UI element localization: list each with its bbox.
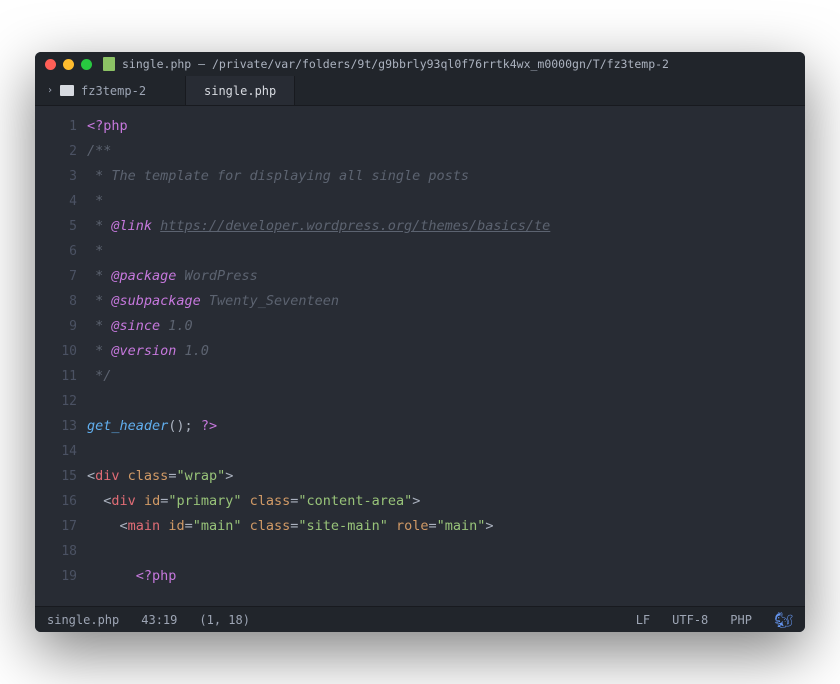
close-icon[interactable]: [45, 59, 56, 70]
toolbar: › fz3temp-2 single.php: [35, 76, 805, 106]
chevron-right-icon: ›: [47, 85, 53, 96]
minimize-icon[interactable]: [63, 59, 74, 70]
project-tree-header[interactable]: › fz3temp-2: [35, 76, 185, 105]
status-bar: single.php 43:19 (1, 18) LF UTF-8 PHP 🐿: [35, 606, 805, 632]
window-title: single.php — /private/var/folders/9t/g9b…: [122, 57, 795, 71]
window-controls: [45, 59, 92, 70]
status-size[interactable]: 43:19: [141, 613, 177, 627]
titlebar: single.php — /private/var/folders/9t/g9b…: [35, 52, 805, 76]
status-encoding[interactable]: UTF-8: [672, 613, 708, 627]
tab-single-php[interactable]: single.php: [185, 76, 295, 105]
code-content[interactable]: <?php /** * The template for displaying …: [87, 106, 805, 606]
squirrel-icon[interactable]: 🐿: [774, 611, 793, 629]
status-cursor-pos[interactable]: (1, 18): [199, 613, 250, 627]
editor-window: single.php — /private/var/folders/9t/g9b…: [35, 52, 805, 632]
status-filename[interactable]: single.php: [47, 613, 119, 627]
line-gutter: 12345678910111213141516171819: [35, 106, 87, 606]
tab-label: single.php: [204, 84, 276, 98]
maximize-icon[interactable]: [81, 59, 92, 70]
folder-icon: [60, 85, 74, 96]
project-root-label: fz3temp-2: [81, 84, 146, 98]
status-eol[interactable]: LF: [636, 613, 650, 627]
file-icon: [103, 57, 115, 71]
status-language[interactable]: PHP: [730, 613, 752, 627]
editor-area: 12345678910111213141516171819 <?php /** …: [35, 106, 805, 606]
